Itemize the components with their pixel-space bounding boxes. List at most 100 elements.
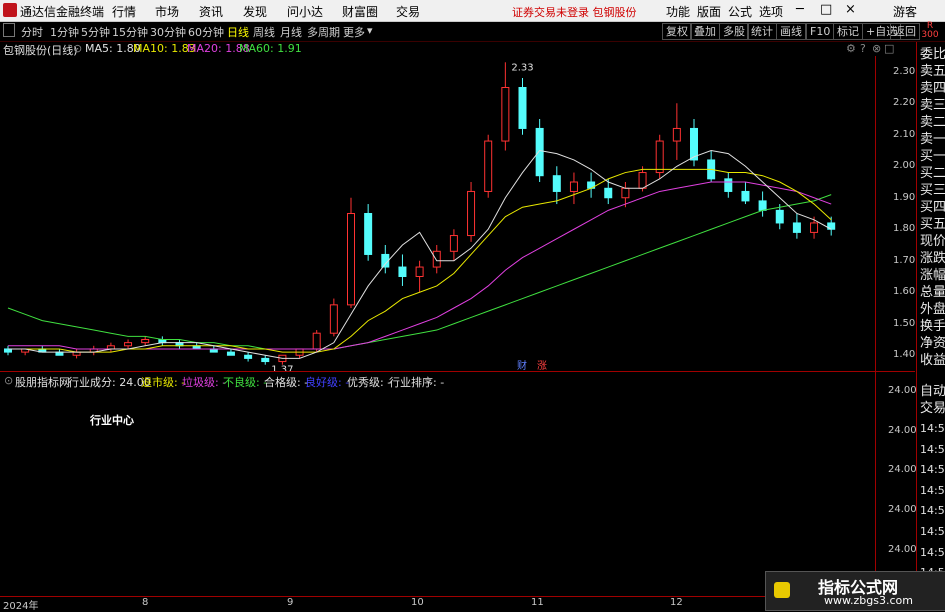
indicator-axis: 24.00 24.00 24.00 24.00 24.00 — [875, 372, 917, 595]
sidebar-item[interactable]: 14:56 — [920, 482, 945, 499]
menu-zixun[interactable]: 资讯 — [199, 3, 223, 20]
sidebar-item[interactable]: 净资 — [920, 335, 945, 352]
mark-button[interactable]: 标记 — [833, 23, 863, 40]
multi-stock-button[interactable]: 多股 — [719, 23, 749, 40]
back-button[interactable]: 返回 — [890, 23, 920, 40]
sidebar-item[interactable]: 14:56 — [920, 523, 945, 540]
sidebar-item[interactable]: 委比 — [920, 46, 945, 63]
help-icon[interactable]: ? — [860, 42, 866, 55]
sidebar-item[interactable]: 涨幅 — [920, 267, 945, 284]
sidebar-item[interactable]: 现价 — [920, 233, 945, 250]
period-toolbar: 分时 1分钟 5分钟 15分钟 30分钟 60分钟 日线 周线 月线 多周期 更… — [0, 22, 945, 42]
price-tick: 1.40 — [893, 349, 916, 361]
chevron-icon[interactable]: ⊙ — [73, 42, 82, 55]
expand-icon[interactable]: □ — [884, 42, 894, 55]
sidebar-item[interactable]: 自动 — [920, 383, 945, 400]
sidebar-item[interactable]: 换手 — [920, 318, 945, 335]
candle — [449, 229, 458, 261]
period-fenshi[interactable]: 分时 — [21, 24, 43, 40]
chevron-down-icon[interactable]: ▾ — [367, 24, 373, 37]
quote-sidebar: 委比 卖五 卖四 卖三 卖二 卖一 买一 买二 买三 买四 买五 现价 涨跌 涨幅 总量 外盘 换手 净资 收益自动… — [916, 42, 945, 609]
sidebar-item[interactable]: 卖三 — [920, 97, 945, 114]
x-label: 8 — [142, 597, 149, 608]
indicator-panel[interactable]: 行业中心 — [0, 388, 875, 595]
x-label: 10 — [411, 597, 424, 608]
close-icon[interactable]: × — [845, 2, 856, 17]
sidebar-300: 300 — [921, 30, 939, 40]
menu-hangqing[interactable]: 行情 — [112, 3, 136, 20]
candle — [415, 260, 424, 293]
menu-wenxiaoda[interactable]: 问小达 — [287, 3, 323, 20]
candle — [244, 352, 253, 362]
menu-shichang[interactable]: 市场 — [155, 3, 179, 20]
candlestick-chart[interactable]: 2.331.37 财涨 — [0, 56, 875, 371]
period-monthly[interactable]: 月线 — [280, 24, 302, 40]
menu-faxian[interactable]: 发现 — [243, 3, 267, 20]
sidebar-item[interactable]: 14:56 — [920, 502, 945, 519]
price-tick: 1.90 — [893, 191, 916, 203]
period-5min[interactable]: 5分钟 — [81, 24, 110, 40]
overlay-button[interactable]: 叠加 — [690, 23, 720, 40]
menu-jiaoyi[interactable]: 交易 — [396, 3, 420, 20]
menu-xuanxiang[interactable]: 选项 — [759, 3, 783, 20]
period-1min[interactable]: 1分钟 — [50, 24, 79, 40]
close-chart-icon[interactable]: ⊗ — [872, 42, 881, 55]
period-multi[interactable]: 多周期 — [307, 24, 340, 40]
candle — [72, 348, 81, 359]
period-30min[interactable]: 30分钟 — [150, 24, 186, 40]
rise-marker[interactable]: 涨 — [537, 360, 547, 371]
trade-login-warning[interactable]: 证券交易未登录 包钢股份 — [512, 4, 637, 20]
f10-button[interactable]: F10 — [806, 23, 835, 40]
price-tick: 2.20 — [893, 97, 916, 109]
sidebar-item[interactable]: 14:56 — [920, 544, 945, 561]
menu-caifuquan[interactable]: 财富圈 — [342, 3, 378, 20]
sidebar-item[interactable]: 卖一 — [920, 131, 945, 148]
sidebar-item[interactable]: 14:56 — [920, 441, 945, 458]
fuquan-button[interactable]: 复权 — [662, 23, 692, 40]
sidebar-item[interactable]: 买一 — [920, 148, 945, 165]
x-label: 9 — [287, 597, 294, 608]
guest-user[interactable]: 游客 — [893, 3, 917, 20]
period-daily[interactable]: 日线 — [227, 24, 249, 40]
candle — [724, 172, 733, 198]
sidebar-item[interactable]: 14:56 — [920, 461, 945, 478]
sidebar-item[interactable]: 外盘 — [920, 301, 945, 318]
sidebar-item[interactable]: 交易 — [920, 400, 945, 417]
stats-button[interactable]: 统计 — [747, 23, 777, 40]
candle — [329, 298, 338, 337]
sidebar-item[interactable]: 买五 — [920, 216, 945, 233]
candle — [364, 204, 373, 261]
sidebar-item[interactable]: 涨跌 — [920, 250, 945, 267]
sidebar-item[interactable]: 总量 — [920, 284, 945, 301]
candle — [672, 103, 681, 160]
watermark-icon — [774, 582, 790, 598]
finance-marker[interactable]: 财 — [517, 359, 527, 371]
minimize-icon[interactable]: ─ — [796, 2, 804, 17]
collapse-icon[interactable] — [3, 23, 15, 37]
menu-banmian[interactable]: 版面 — [697, 3, 721, 20]
ind-ytick: 24.00 — [888, 385, 917, 396]
sidebar-item[interactable]: 买四 — [920, 199, 945, 216]
menu-gongshi[interactable]: 公式 — [728, 3, 752, 20]
period-15min[interactable]: 15分钟 — [112, 24, 148, 40]
app-title: 通达信金融终端 — [20, 5, 105, 19]
sidebar-item[interactable]: 14:56 — [920, 420, 945, 437]
sidebar-item[interactable]: 卖五 — [920, 63, 945, 80]
maximize-icon[interactable]: □ — [820, 2, 832, 17]
settings-icon[interactable]: ⚙ — [846, 42, 856, 55]
sidebar-item[interactable]: 收益 — [920, 352, 945, 369]
draw-line-button[interactable]: 画线 — [776, 23, 806, 40]
sidebar-item[interactable]: 卖四 — [920, 80, 945, 97]
period-more[interactable]: 更多 — [343, 24, 365, 40]
sidebar-item[interactable]: 卖二 — [920, 114, 945, 131]
sidebar-item[interactable]: 买二 — [920, 165, 945, 182]
panel-divider — [0, 371, 915, 372]
menu-gongneng[interactable]: 功能 — [666, 3, 690, 20]
price-tick: 1.60 — [893, 286, 916, 298]
candle — [707, 150, 716, 182]
indicator-info-line: ⊙ 股朋指标网 行业成分: 24.00 退市级: - 垃圾级: - 不良级: -… — [0, 374, 875, 389]
indicator-toggle-icon[interactable]: ⊙ — [4, 374, 13, 387]
period-60min[interactable]: 60分钟 — [188, 24, 224, 40]
sidebar-item[interactable]: 买三 — [920, 182, 945, 199]
period-weekly[interactable]: 周线 — [253, 24, 275, 40]
